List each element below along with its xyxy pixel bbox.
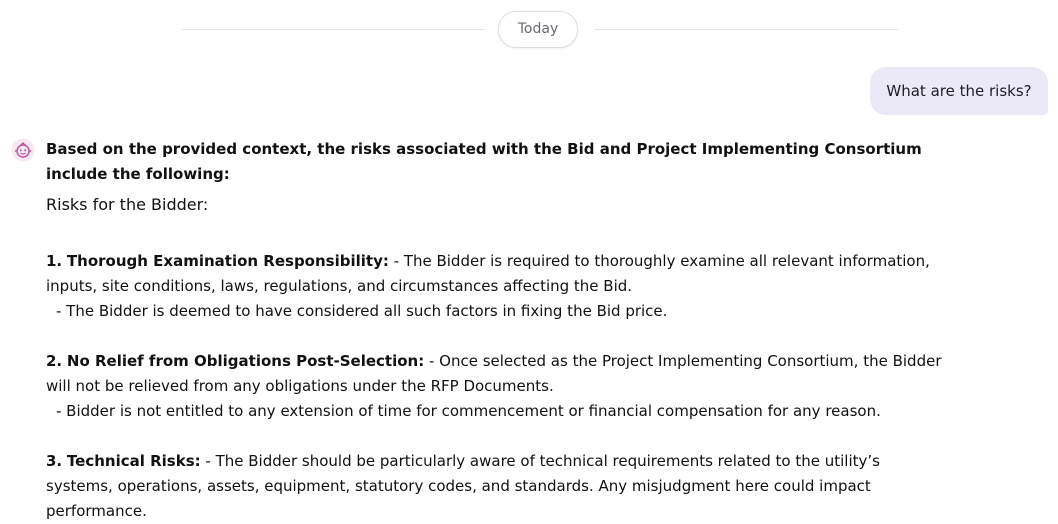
date-divider: Today bbox=[182, 11, 898, 48]
risk-item: 1. Thorough Examination Responsibility: … bbox=[46, 249, 951, 324]
risk-item: 2. No Relief from Obligations Post-Selec… bbox=[46, 349, 951, 424]
risk-number: 1. bbox=[46, 252, 63, 270]
user-message-bubble: What are the risks? bbox=[870, 67, 1048, 115]
risk-title: No Relief from Obligations Post-Selectio… bbox=[66, 352, 425, 370]
risk-number: 3. bbox=[46, 452, 63, 470]
divider-line-left bbox=[182, 29, 485, 30]
risk-subpoint: - The Bidder is deemed to have considere… bbox=[56, 302, 668, 320]
risk-item: 3. Technical Risks: - The Bidder should … bbox=[46, 449, 951, 524]
risk-title: Technical Risks: bbox=[66, 452, 201, 470]
bot-face-icon bbox=[11, 138, 35, 162]
section-title: Risks for the Bidder: bbox=[46, 195, 209, 214]
divider-line-right bbox=[594, 29, 898, 30]
assistant-answer: Based on the provided context, the risks… bbox=[46, 137, 951, 524]
risk-subpoint: - Bidder is not entitled to any extensio… bbox=[56, 402, 881, 420]
risk-number: 2. bbox=[46, 352, 63, 370]
date-pill: Today bbox=[498, 11, 578, 48]
answer-intro: Based on the provided context, the risks… bbox=[46, 140, 922, 183]
risk-title: Thorough Examination Responsibility: bbox=[66, 252, 389, 270]
